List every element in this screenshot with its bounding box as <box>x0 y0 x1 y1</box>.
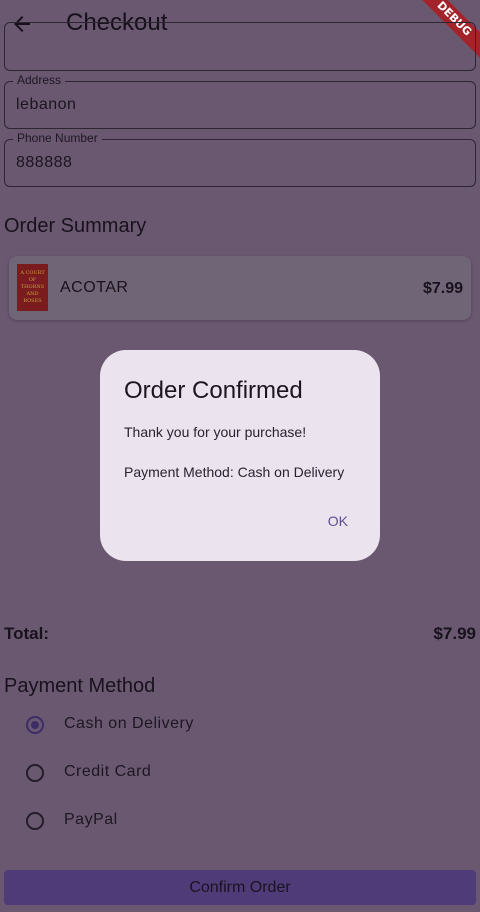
dialog-title: Order Confirmed <box>124 377 303 404</box>
address-field[interactable]: Address lebanon <box>4 73 476 129</box>
dialog-message: Thank you for your purchase! <box>124 424 307 440</box>
order-summary-title: Order Summary <box>4 215 147 237</box>
phone-value: 888888 <box>16 154 73 171</box>
book-price: $7.99 <box>422 280 463 297</box>
confirm-order-button[interactable]: Confirm Order <box>4 870 476 905</box>
radio-unselected-icon[interactable] <box>26 764 44 782</box>
book-cover-text: A COURT OF THORNS AND ROSES <box>20 270 45 304</box>
radio-selected-icon[interactable] <box>26 716 44 734</box>
order-confirmed-dialog: Order Confirmed Thank you for your purch… <box>100 350 380 561</box>
address-value: lebanon <box>16 96 77 113</box>
book-name: ACOTAR <box>60 279 129 296</box>
previous-field[interactable] <box>4 22 476 71</box>
payment-method-title: Payment Method <box>4 675 156 697</box>
payment-option-label: PayPal <box>64 811 118 828</box>
order-item-card: A COURT OF THORNS AND ROSES ACOTAR $7.99 <box>9 256 471 320</box>
phone-label: Phone Number <box>13 131 102 145</box>
payment-option-label: Credit Card <box>64 763 152 780</box>
dialog-payment-method: Payment Method: Cash on Delivery <box>124 464 345 480</box>
total-value: $7.99 <box>433 624 476 643</box>
dialog-ok-button[interactable]: OK <box>328 513 348 529</box>
payment-option-label: Cash on Delivery <box>64 715 194 732</box>
total-label: Total: <box>4 624 50 643</box>
phone-field[interactable]: Phone Number 888888 <box>4 131 476 187</box>
book-cover-image: A COURT OF THORNS AND ROSES <box>17 264 48 311</box>
radio-unselected-icon[interactable] <box>26 812 44 830</box>
address-label: Address <box>13 73 66 87</box>
